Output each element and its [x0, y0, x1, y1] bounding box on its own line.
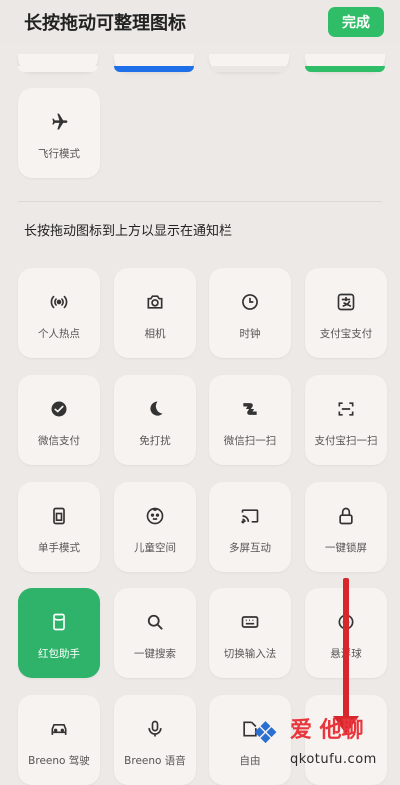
keyboard-icon [240, 612, 260, 632]
partial-tile[interactable] [114, 54, 194, 72]
scan-icon [336, 399, 356, 419]
tile-label: Breeno 语音 [124, 755, 186, 767]
mic-icon [145, 719, 165, 739]
tile-label: 支付宝支付 [319, 328, 373, 340]
tile-wechat-pay[interactable]: 微信支付 [18, 375, 100, 465]
watermark-logo-icon: ❖ [252, 716, 279, 751]
partial-tile[interactable] [18, 54, 98, 72]
tile-lock[interactable]: 一键锁屏 [305, 482, 387, 572]
hotspot-icon [49, 292, 69, 312]
tile-clock[interactable]: 时钟 [209, 268, 291, 358]
watermark-line1: 爱 他聊 [290, 718, 364, 743]
car-icon [49, 719, 69, 739]
partial-tile[interactable] [209, 54, 289, 72]
tile-label: 一键搜索 [134, 648, 176, 660]
tile-label: 相机 [144, 328, 166, 340]
tile-mic[interactable]: Breeno 语音 [114, 695, 196, 785]
watermark-line2: qkotufu.com [290, 752, 377, 767]
tile-label: 红包助手 [38, 648, 80, 660]
annotation-arrow [343, 578, 349, 723]
tile-label: 飞行模式 [38, 148, 80, 160]
divider [18, 201, 382, 202]
tile-label: 多屏互动 [229, 542, 271, 554]
tile-camera[interactable]: 相机 [114, 268, 196, 358]
airplane-icon [49, 112, 69, 132]
camera-icon [145, 292, 165, 312]
tile-label: 免打扰 [139, 435, 171, 447]
wechat-scan-icon [240, 399, 260, 419]
child-face-icon [145, 506, 165, 526]
tile-label: 微信扫一扫 [223, 435, 277, 447]
tile-scan[interactable]: 支付宝扫一扫 [305, 375, 387, 465]
wechat-pay-icon [49, 399, 69, 419]
tile-moon[interactable]: 免打扰 [114, 375, 196, 465]
tile-label: 时钟 [239, 328, 261, 340]
tile-cast[interactable]: 多屏互动 [209, 482, 291, 572]
tile-label: 个人热点 [38, 328, 80, 340]
tile-hotspot[interactable]: 个人热点 [18, 268, 100, 358]
page-title: 长按拖动可整理图标 [24, 13, 186, 34]
partial-tile[interactable] [305, 54, 385, 72]
alipay-icon [336, 292, 356, 312]
search-icon [145, 612, 165, 632]
tile-label: 微信支付 [38, 435, 80, 447]
tile-label: Breeno 驾驶 [28, 755, 90, 767]
tile-label: 儿童空间 [134, 542, 176, 554]
partial-tile-row [0, 54, 400, 74]
tile-airplane-mode[interactable]: 飞行模式 [18, 88, 100, 178]
tile-keyboard[interactable]: 切换输入法 [209, 588, 291, 678]
moon-icon [145, 399, 165, 419]
tile-alipay[interactable]: 支付宝支付 [305, 268, 387, 358]
tile-label: 单手模式 [38, 542, 80, 554]
header: 长按拖动可整理图标 完成 [0, 0, 400, 44]
tile-label: 一键锁屏 [325, 542, 367, 554]
done-button[interactable]: 完成 [328, 7, 384, 37]
tile-red-packet[interactable]: 红包助手 [18, 588, 100, 678]
watermark: ❖ 爱 他聊 qkotufu.com [250, 712, 400, 780]
tile-one-hand[interactable]: 单手模式 [18, 482, 100, 572]
clock-icon [240, 292, 260, 312]
tile-label: 切换输入法 [223, 648, 277, 660]
red-packet-icon [49, 612, 69, 632]
section-hint: 长按拖动图标到上方以显示在通知栏 [24, 224, 233, 239]
tile-search[interactable]: 一键搜索 [114, 588, 196, 678]
tile-wechat-scan[interactable]: 微信扫一扫 [209, 375, 291, 465]
tile-car[interactable]: Breeno 驾驶 [18, 695, 100, 785]
cast-icon [240, 506, 260, 526]
lock-icon [336, 506, 356, 526]
tile-label: 支付宝扫一扫 [314, 435, 378, 447]
tile-child-face[interactable]: 儿童空间 [114, 482, 196, 572]
one-hand-icon [49, 506, 69, 526]
